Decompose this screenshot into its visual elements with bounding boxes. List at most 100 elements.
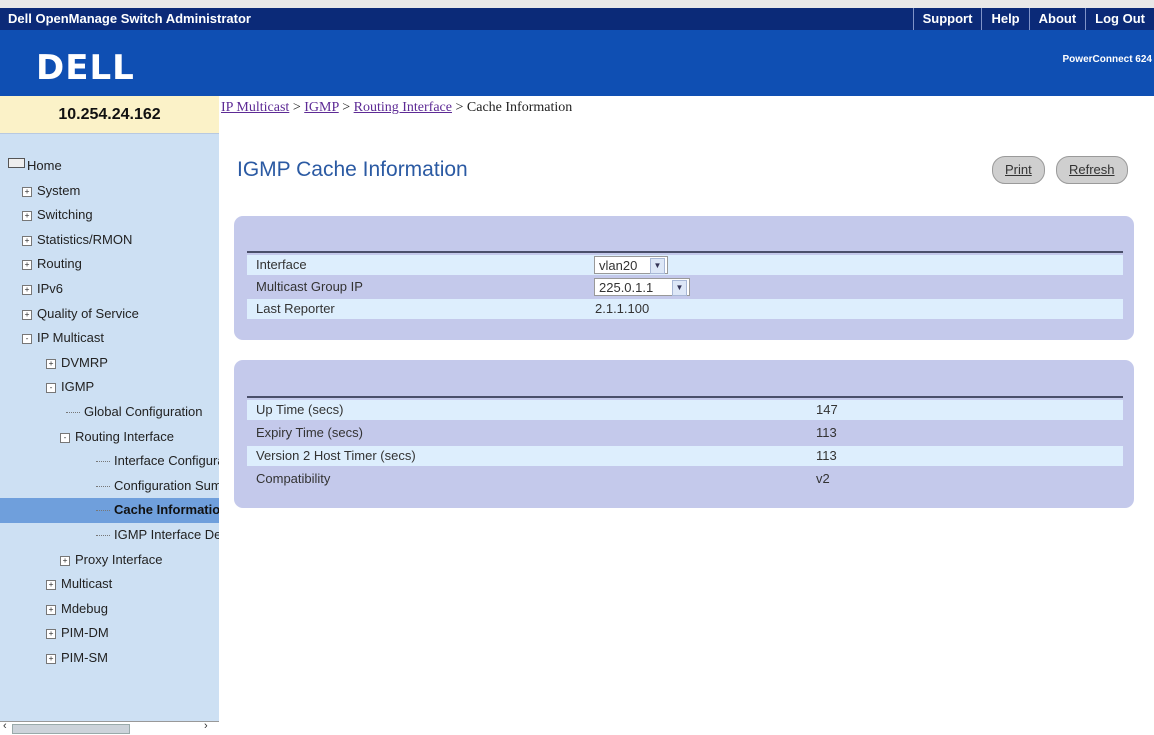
nav-tree: Home + System + Switching + Statistics/RMON + Ro… bbox=[0, 154, 219, 670]
interface-select[interactable]: vlan20 ▼ bbox=[594, 256, 668, 274]
sidebar-item-ipv6[interactable]: + IPv6 bbox=[0, 277, 219, 302]
sidebar-item-label: PIM-DM bbox=[61, 625, 109, 641]
sidebar-item-routing[interactable]: + Routing bbox=[0, 252, 219, 277]
sidebar-item-dvmrp[interactable]: + DVMRP bbox=[0, 351, 219, 376]
device-ip: 10.254.24.162 bbox=[0, 96, 219, 134]
sidebar-item-interface-configura[interactable]: Interface Configura bbox=[0, 449, 219, 474]
expand-icon[interactable]: + bbox=[46, 629, 56, 640]
logout-link[interactable]: Log Out bbox=[1085, 8, 1154, 30]
sidebar-item-ip-multicast[interactable]: - IP Multicast bbox=[0, 326, 219, 351]
banner: DELL PowerConnect 624 bbox=[0, 30, 1154, 96]
page-title: IGMP Cache Information bbox=[237, 158, 468, 181]
collapse-icon[interactable]: - bbox=[60, 432, 70, 443]
breadcrumb-routing-interface[interactable]: Routing Interface bbox=[354, 100, 452, 115]
expand-icon[interactable]: + bbox=[22, 309, 32, 320]
expand-icon[interactable]: + bbox=[22, 186, 32, 197]
up-time-row: Up Time (secs) 147 bbox=[247, 400, 1123, 420]
sidebar-item-label: Cache Informatio bbox=[114, 502, 219, 518]
breadcrumb-separator: > bbox=[455, 100, 464, 115]
tree-branch-line bbox=[96, 461, 110, 463]
last-reporter-row: Last Reporter 2.1.1.100 bbox=[247, 299, 1123, 319]
v2-host-timer-value: 113 bbox=[816, 448, 837, 463]
sidebar-item-label: Home bbox=[27, 158, 62, 173]
chevron-down-icon[interactable]: ▼ bbox=[672, 280, 687, 296]
sidebar-item-label: PIM-SM bbox=[61, 649, 108, 665]
top-bar: Dell OpenManage Switch Administrator Sup… bbox=[0, 0, 1154, 30]
panel-divider bbox=[247, 251, 1123, 253]
last-reporter-label: Last Reporter bbox=[256, 301, 335, 316]
sidebar-item-label: DVMRP bbox=[61, 354, 108, 370]
sidebar-item-multicast[interactable]: + Multicast bbox=[0, 572, 219, 597]
cache-details-panel: Up Time (secs) 147 Expiry Time (secs) 11… bbox=[234, 360, 1134, 508]
product-name: PowerConnect 624 bbox=[1062, 54, 1152, 65]
support-link[interactable]: Support bbox=[912, 8, 982, 30]
sidebar-item-label: Global Configuration bbox=[84, 403, 203, 419]
sidebar-item-system[interactable]: + System bbox=[0, 179, 219, 204]
multicast-group-select[interactable]: 225.0.1.1 ▼ bbox=[594, 278, 690, 296]
sidebar-item-igmp-interface-de[interactable]: IGMP Interface De bbox=[0, 523, 219, 548]
sidebar-item-cache-informatio[interactable]: Cache Informatio bbox=[0, 498, 219, 523]
last-reporter-value: 2.1.1.100 bbox=[595, 301, 650, 316]
print-button[interactable]: Print bbox=[992, 156, 1045, 184]
expiry-time-row: Expiry Time (secs) 113 bbox=[247, 423, 1123, 443]
sidebar-item-proxy-interface[interactable]: + Proxy Interface bbox=[0, 548, 219, 573]
collapse-icon[interactable]: - bbox=[22, 334, 32, 345]
compatibility-label: Compatibility bbox=[256, 471, 331, 486]
breadcrumb-igmp[interactable]: IGMP bbox=[304, 100, 339, 115]
breadcrumb-current: Cache Information bbox=[466, 100, 573, 115]
help-link[interactable]: Help bbox=[981, 8, 1028, 30]
sidebar-item-label: IP Multicast bbox=[37, 330, 104, 346]
scroll-right-icon[interactable]: › bbox=[204, 720, 208, 732]
sidebar-item-label: Routing Interface bbox=[75, 428, 175, 444]
top-links: Support Help About Log Out bbox=[912, 8, 1154, 30]
interface-value: vlan20 bbox=[599, 258, 638, 273]
breadcrumb-ip-multicast[interactable]: IP Multicast bbox=[221, 100, 289, 115]
tree-branch-line bbox=[96, 510, 110, 512]
sidebar-item-mdebug[interactable]: + Mdebug bbox=[0, 597, 219, 622]
expand-icon[interactable]: + bbox=[46, 653, 56, 664]
expiry-time-label: Expiry Time (secs) bbox=[256, 425, 363, 440]
up-time-value: 147 bbox=[816, 402, 838, 417]
sidebar-item-label: Statistics/RMON bbox=[37, 231, 133, 247]
expand-icon[interactable]: + bbox=[22, 235, 32, 246]
sidebar-item-pim-dm[interactable]: + PIM-DM bbox=[0, 621, 219, 646]
sidebar-item-configuration-sum[interactable]: Configuration Sum bbox=[0, 474, 219, 499]
expand-icon[interactable]: + bbox=[22, 211, 32, 222]
v2-host-timer-label: Version 2 Host Timer (secs) bbox=[256, 448, 416, 463]
cache-selection-panel: Interface vlan20 ▼ Multicast Group IP 22… bbox=[234, 216, 1134, 340]
app-title: Dell OpenManage Switch Administrator bbox=[8, 11, 251, 26]
expand-icon[interactable]: + bbox=[22, 284, 32, 295]
sidebar-item-label: Routing bbox=[37, 256, 82, 272]
expand-icon[interactable]: + bbox=[22, 260, 32, 271]
expand-icon[interactable]: + bbox=[46, 358, 56, 369]
expiry-time-value: 113 bbox=[816, 425, 837, 440]
scroll-left-icon[interactable]: ‹ bbox=[3, 720, 7, 732]
sidebar-item-igmp[interactable]: - IGMP bbox=[0, 375, 219, 400]
sidebar-item-label: System bbox=[37, 182, 81, 198]
collapse-icon[interactable]: - bbox=[46, 383, 56, 394]
about-link[interactable]: About bbox=[1028, 8, 1086, 30]
scroll-thumb[interactable] bbox=[12, 724, 130, 734]
up-time-label: Up Time (secs) bbox=[256, 402, 344, 417]
breadcrumb-separator: > bbox=[292, 100, 301, 115]
tree-branch-line bbox=[66, 412, 80, 413]
chevron-down-icon[interactable]: ▼ bbox=[650, 258, 665, 274]
sidebar-item-quality-of-service[interactable]: + Quality of Service bbox=[0, 302, 219, 327]
sidebar-scrollbar[interactable]: ‹ › bbox=[0, 720, 219, 735]
refresh-button[interactable]: Refresh bbox=[1056, 156, 1128, 184]
expand-icon[interactable]: + bbox=[60, 555, 70, 566]
sidebar-item-home[interactable]: Home bbox=[0, 154, 219, 179]
compatibility-value: v2 bbox=[816, 471, 830, 486]
sidebar-item-label: Interface Configura bbox=[114, 453, 219, 469]
sidebar-item-pim-sm[interactable]: + PIM-SM bbox=[0, 646, 219, 671]
sidebar-item-label: Proxy Interface bbox=[75, 551, 163, 567]
v2-host-timer-row: Version 2 Host Timer (secs) 113 bbox=[247, 446, 1123, 466]
tree-branch-line bbox=[96, 534, 110, 536]
expand-icon[interactable]: + bbox=[46, 580, 56, 591]
sidebar-item-statistics-rmon[interactable]: + Statistics/RMON bbox=[0, 228, 219, 253]
expand-icon[interactable]: + bbox=[46, 604, 56, 615]
sidebar-item-switching[interactable]: + Switching bbox=[0, 203, 219, 228]
sidebar-item-label: IGMP Interface De bbox=[114, 526, 219, 542]
sidebar-item-global-configuration[interactable]: Global Configuration bbox=[0, 400, 219, 425]
sidebar-item-routing-interface[interactable]: - Routing Interface bbox=[0, 425, 219, 450]
